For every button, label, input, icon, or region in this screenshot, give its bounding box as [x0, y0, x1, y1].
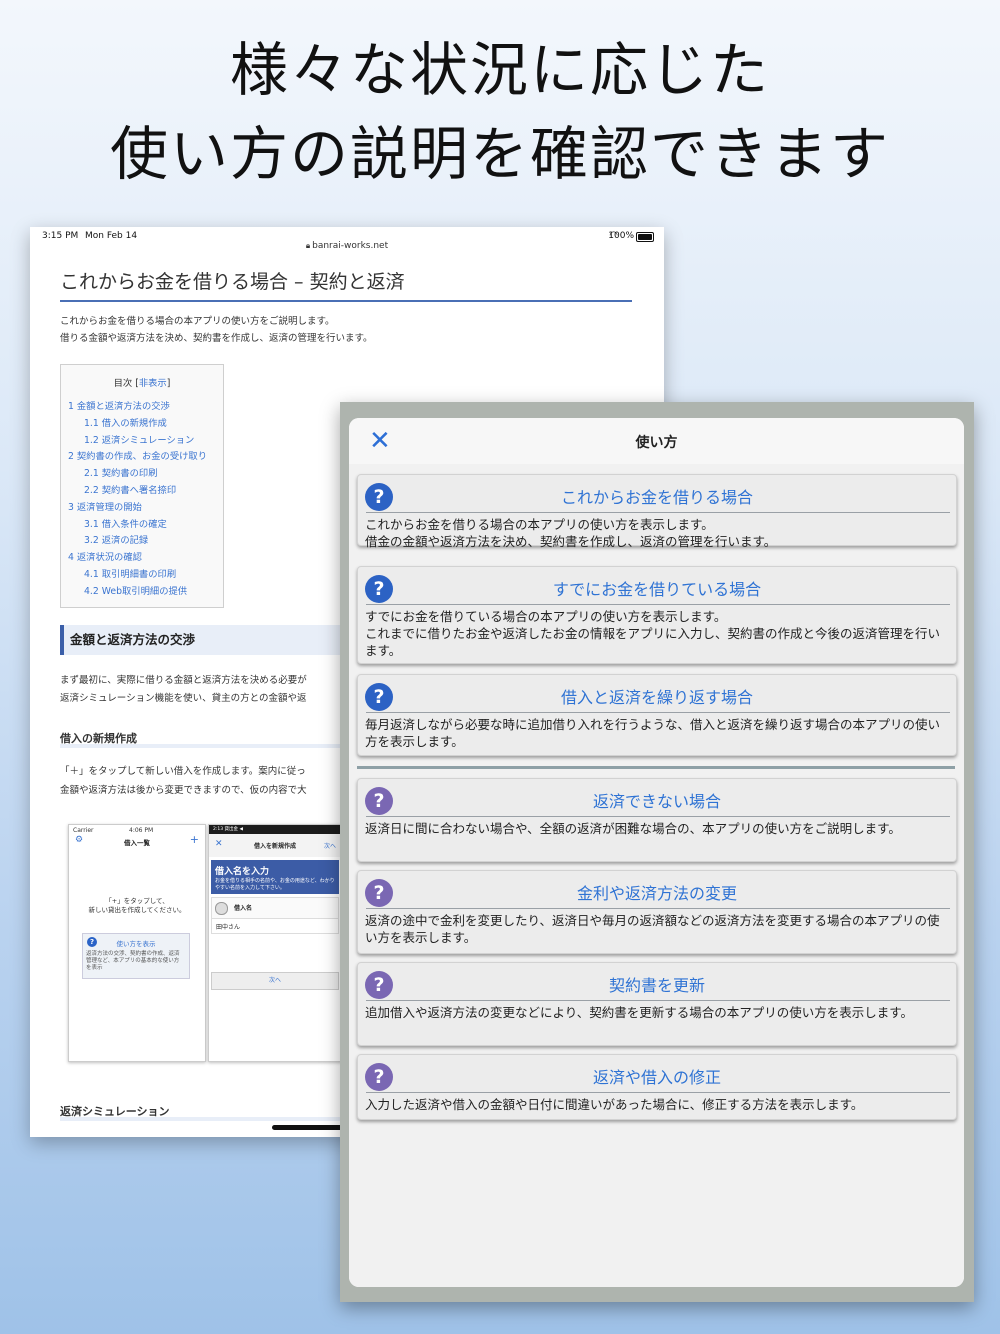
help-card-divider	[366, 816, 950, 817]
banner-title: 借入名を入力	[215, 867, 270, 877]
help-card-title: 金利や返済方法の変更	[576, 884, 737, 903]
help-card-cannot-repay[interactable]: ? 返済できない場合 返済日に間に合わない場合や、全額の返済が困難な場合の、本ア…	[357, 778, 957, 862]
phone-title: 借入を新規作成	[253, 843, 296, 850]
toc-item[interactable]: 2 契約書の作成、お金の受け取り	[61, 449, 223, 466]
toc-item[interactable]: 4.2 Web取引明細の提供	[61, 584, 223, 601]
help-card-title: 借入と返済を繰り返す場合	[560, 688, 753, 707]
paragraph-line: 返済シミュレーション機能を使い、貸主の方との金額や返	[60, 693, 307, 704]
intro-line: これからお金を借りる場合の本アプリの使い方をご説明します。	[60, 316, 335, 327]
paragraph-line: まず最初に、実際に借りる金額と返済方法を決める必要が	[60, 675, 307, 686]
phone-title: 借入一覧	[124, 839, 150, 847]
help-card-title: 返済できない場合	[592, 792, 721, 811]
help-card-divider	[366, 604, 950, 605]
field-label-row: 借入名	[211, 897, 339, 919]
phone-nav: 2:13 貸出金 ◀ ✕ 借入を新規作成 次へ	[209, 825, 341, 857]
phone-carrier: Carrier	[73, 827, 94, 834]
toc-item[interactable]: 4.1 取引明細書の印刷	[61, 567, 223, 584]
toc-item[interactable]: 4 返済状況の確認	[61, 550, 223, 567]
next-link[interactable]: 次へ	[324, 841, 336, 850]
phone-message-line: 新しい貸出を作成してください。	[88, 906, 186, 914]
paragraph-line: 「＋」をタップして新しい借入を作成します。案内に従っ	[60, 766, 306, 777]
toc-item[interactable]: 3.2 返済の記録	[61, 533, 223, 550]
help-card-desc: これからお金を借りる場合の本アプリの使い方を表示します。 借金の金額や返済方法を…	[365, 517, 777, 549]
sheet-nav-bar: ✕ 使い方	[349, 418, 964, 465]
help-card-divider	[366, 1000, 950, 1001]
next-button[interactable]: 次へ	[211, 972, 339, 990]
toc-item[interactable]: 3.1 借入条件の確定	[61, 517, 223, 534]
phone-screenshot-new-loan: 2:13 貸出金 ◀ ✕ 借入を新規作成 次へ 借入名を入力 お金を借りる相手の…	[208, 824, 342, 1062]
toc-hide-link[interactable]: 非表示	[139, 378, 167, 389]
sheet-title: 使い方	[635, 435, 678, 451]
status-time: 3:15 PM	[42, 231, 79, 241]
loan-name-value: 田中さん	[216, 924, 241, 931]
table-of-contents: 目次 [非表示] 1 金額と返済方法の交渉 1.1 借入の新規作成 1.2 返済…	[60, 364, 224, 608]
help-card-divider	[366, 908, 950, 909]
url-text: banrai-works.net	[312, 241, 389, 251]
toc-title-text: 目次	[113, 378, 133, 389]
paragraph-line: 金額や返済方法は後から変更できますので、仮の内容で大	[60, 785, 307, 796]
plus-icon[interactable]: +	[190, 833, 199, 846]
toc-item[interactable]: 1.1 借入の新規作成	[61, 416, 223, 433]
intro-text: これからお金を借りる場合の本アプリの使い方をご説明します。 借りる金額や返済方法…	[60, 313, 373, 347]
headline-line-1: 様々な状況に応じた	[229, 36, 770, 104]
help-card-update-contract[interactable]: ? 契約書を更新 追加借入や返済方法の変更などにより、契約書を更新する場合の本ア…	[357, 962, 957, 1046]
phone-banner: 借入名を入力 お金を借りる相手の名前や、お金の用途など、わかりやすい名前を入力し…	[211, 860, 339, 894]
toc-item[interactable]: 3 返済管理の開始	[61, 500, 223, 517]
toc-item[interactable]: 2.2 契約書へ署名捺印	[61, 483, 223, 500]
help-card-change-terms[interactable]: ? 金利や返済方法の変更 返済の途中で金利を変更したり、返済日や毎月の返済額など…	[357, 870, 957, 954]
page-title: これからお金を借りる場合 – 契約と返済	[60, 267, 632, 302]
lock-icon: 🔒︎	[305, 241, 311, 250]
subheading-underline	[60, 744, 350, 748]
help-card-divider	[366, 512, 950, 513]
help-card-title: すでにお金を借りている場合	[552, 580, 762, 599]
banner-desc: お金を借りる相手の名前や、お金の用途など、わかりやすい名前を入力して下さい。	[215, 878, 335, 891]
phone-status: 2:13 貸出金 ◀	[209, 825, 341, 834]
help-sheet: ✕ 使い方 ? これからお金を借りる場合 これからお金を借りる場合の本アプリの使…	[349, 418, 964, 1287]
phone-screenshot-loan-list: Carrier 4:06 PM ⚙ 借入一覧 + 「+」をタップして、 新しい貸…	[68, 824, 206, 1062]
intro-line: 借りる金額や返済方法を決め、契約書を作成し、返済の管理を行います。	[60, 333, 373, 344]
section-divider	[357, 766, 955, 769]
status-date: Mon Feb 14	[85, 231, 138, 241]
help-card-borrow-new[interactable]: ? これからお金を借りる場合 これからお金を借りる場合の本アプリの使い方を表示し…	[357, 474, 957, 549]
phone-help-desc: 返済方法の交渉、契約書の作成、返済管理など、本アプリの基本的な使い方を表示	[86, 951, 180, 971]
help-card-divider	[366, 712, 950, 713]
phone-help-card[interactable]: ? 使い方を表示 返済方法の交渉、契約書の作成、返済管理など、本アプリの基本的な…	[82, 933, 190, 979]
phone-help-title: 使い方を表示	[116, 940, 156, 948]
help-card-desc: 返済の途中で金利を変更したり、返済日や毎月の返済額などの返済方法を変更する場合の…	[365, 913, 940, 945]
person-icon	[215, 902, 228, 915]
toc-item[interactable]: 2.1 契約書の印刷	[61, 466, 223, 483]
field-label: 借入名	[234, 905, 253, 912]
help-card-title: 契約書を更新	[608, 976, 705, 995]
help-card-title: これからお金を借りる場合	[560, 488, 753, 507]
headline: 様々な状況に応じた 使い方の説明を確認できます	[0, 28, 1000, 196]
subheading-underline	[60, 1117, 350, 1121]
help-card-desc: 返済日に間に合わない場合や、全額の返済が困難な場合の、本アプリの使い方をご説明し…	[365, 821, 901, 836]
help-card-repeat[interactable]: ? 借入と返済を繰り返す場合 毎月返済しながら必要な時に追加借り入れを行うような…	[357, 674, 957, 756]
phone-status: Carrier 4:06 PM	[73, 827, 201, 835]
help-card-title: 返済や借入の修正	[592, 1068, 721, 1087]
help-list: ? これからお金を借りる場合 これからお金を借りる場合の本アプリの使い方を表示し…	[349, 464, 964, 1287]
help-card-desc: 毎月返済しながら必要な時に追加借り入れを行うような、借入と返済を繰り返す場合の本…	[365, 717, 941, 749]
help-card-desc: 入力した返済や借入の金額や日付に間違いがあった場合に、修正する方法を表示します。	[365, 1097, 864, 1112]
phone-time: 4:06 PM	[129, 827, 154, 834]
battery-percent: 100%	[608, 231, 634, 241]
loan-name-input[interactable]: 田中さん	[211, 918, 339, 934]
help-card-correction[interactable]: ? 返済や借入の修正 入力した返済や借入の金額や日付に間違いがあった場合に、修正…	[357, 1054, 957, 1120]
toc-item[interactable]: 1.2 返済シミュレーション	[61, 433, 223, 450]
help-card-divider	[366, 1092, 950, 1093]
phone-message-line: 「+」をタップして、	[105, 897, 169, 905]
toc-item[interactable]: 1 金額と返済方法の交渉	[61, 399, 223, 416]
section-heading: 金額と返済方法の交渉	[60, 625, 360, 655]
help-card-desc: すでにお金を借りている場合の本アプリの使い方を表示します。 これまでに借りたお金…	[365, 609, 941, 658]
help-card-already-borrowed[interactable]: ? すでにお金を借りている場合 すでにお金を借りている場合の本アプリの使い方を表…	[357, 566, 957, 664]
headline-line-2: 使い方の説明を確認できます	[109, 120, 890, 188]
help-card-desc: 追加借入や返済方法の変更などにより、契約書を更新する場合の本アプリの使い方を表示…	[365, 1005, 914, 1020]
phone-empty-message: 「+」をタップして、 新しい貸出を作成してください。	[69, 897, 205, 915]
toc-title: 目次 [非表示]	[113, 378, 171, 389]
url-bar[interactable]: 🔒︎ banrai-works.net	[30, 241, 664, 251]
